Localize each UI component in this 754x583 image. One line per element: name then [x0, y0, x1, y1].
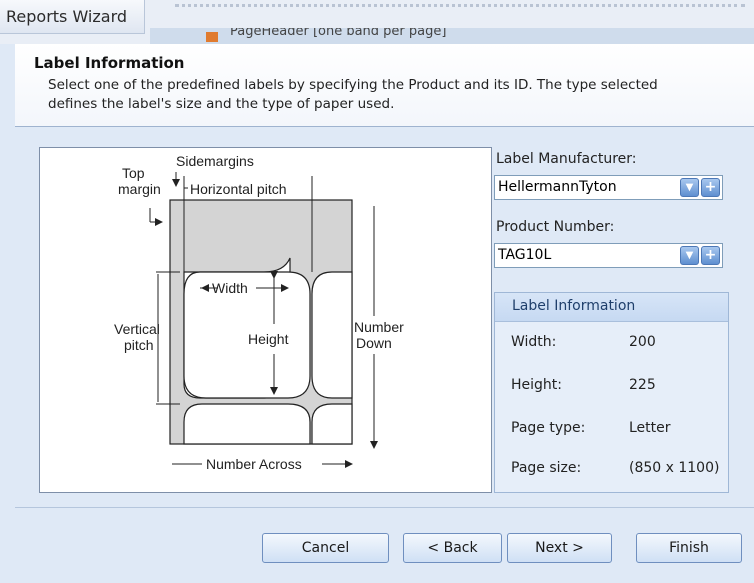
label-information-box: Label Information Width: 200 Height: 225… — [494, 292, 729, 493]
add-icon[interactable]: + — [701, 246, 720, 265]
label-information-header: Label Information — [495, 293, 728, 322]
label-diagram-panel: Sidemargins Top margin Horizontal pitch … — [39, 147, 492, 493]
label-information-title: Label Information — [512, 298, 636, 314]
label-shape-2 — [311, 271, 353, 399]
width-value: 200 — [629, 334, 656, 350]
manufacturer-label: Label Manufacturer: — [496, 151, 637, 167]
page-title: Label Information — [34, 54, 185, 72]
top-margin-text-2: margin — [118, 181, 161, 197]
wizard-footer: Cancel < Back Next > Finish — [15, 507, 754, 583]
window-title-tab: Reports Wizard — [0, 0, 145, 34]
product-number-value: TAG10L — [498, 247, 552, 263]
vertical-pitch-text-2: pitch — [124, 337, 154, 353]
next-button[interactable]: Next > — [507, 533, 612, 563]
chevron-down-icon[interactable]: ▼ — [680, 178, 699, 197]
page-size-label: Page size: — [511, 460, 582, 476]
page-type-label: Page type: — [511, 420, 586, 436]
back-button[interactable]: < Back — [403, 533, 502, 563]
height-label: Height: — [511, 377, 562, 393]
label-shape-3 — [183, 403, 311, 445]
band-label: PageHeader [one band per page] — [230, 28, 447, 39]
page-description: Select one of the predefined labels by s… — [48, 77, 658, 112]
page-size-value: (850 x 1100) — [629, 460, 720, 476]
height-text: Height — [248, 331, 289, 347]
label-shape-4 — [311, 403, 353, 445]
manufacturer-value: HellermannTyton — [498, 179, 617, 195]
designer-ruler — [175, 4, 745, 17]
page-type-value: Letter — [629, 420, 671, 436]
designer-background: Reports Wizard PageHeader [one band per … — [0, 0, 754, 44]
wizard-header: Label Information Select one of the pred… — [15, 44, 754, 127]
product-number-combo[interactable]: TAG10L ▼ + — [494, 243, 723, 268]
cancel-button[interactable]: Cancel — [262, 533, 389, 563]
sidemargins-text: Sidemargins — [176, 153, 254, 169]
vertical-pitch-text-1: Vertical — [114, 321, 160, 337]
finish-button[interactable]: Finish — [636, 533, 742, 563]
add-icon[interactable]: + — [701, 178, 720, 197]
number-down-text-1: Number — [354, 319, 404, 335]
width-label: Width: — [511, 334, 557, 350]
number-down-text-2: Down — [356, 335, 392, 351]
label-layout-diagram: Sidemargins Top margin Horizontal pitch … — [114, 153, 404, 472]
top-margin-text-1: Top — [122, 165, 145, 181]
band-icon — [206, 32, 218, 42]
number-across-text: Number Across — [206, 456, 302, 472]
band-strip: PageHeader [one band per page] — [150, 28, 754, 44]
chevron-down-icon[interactable]: ▼ — [680, 246, 699, 265]
height-value: 225 — [629, 377, 656, 393]
manufacturer-combo[interactable]: HellermannTyton ▼ + — [494, 175, 723, 200]
product-number-label: Product Number: — [496, 219, 615, 235]
wizard-content: Sidemargins Top margin Horizontal pitch … — [15, 127, 754, 507]
horizontal-pitch-text: Horizontal pitch — [190, 181, 287, 197]
